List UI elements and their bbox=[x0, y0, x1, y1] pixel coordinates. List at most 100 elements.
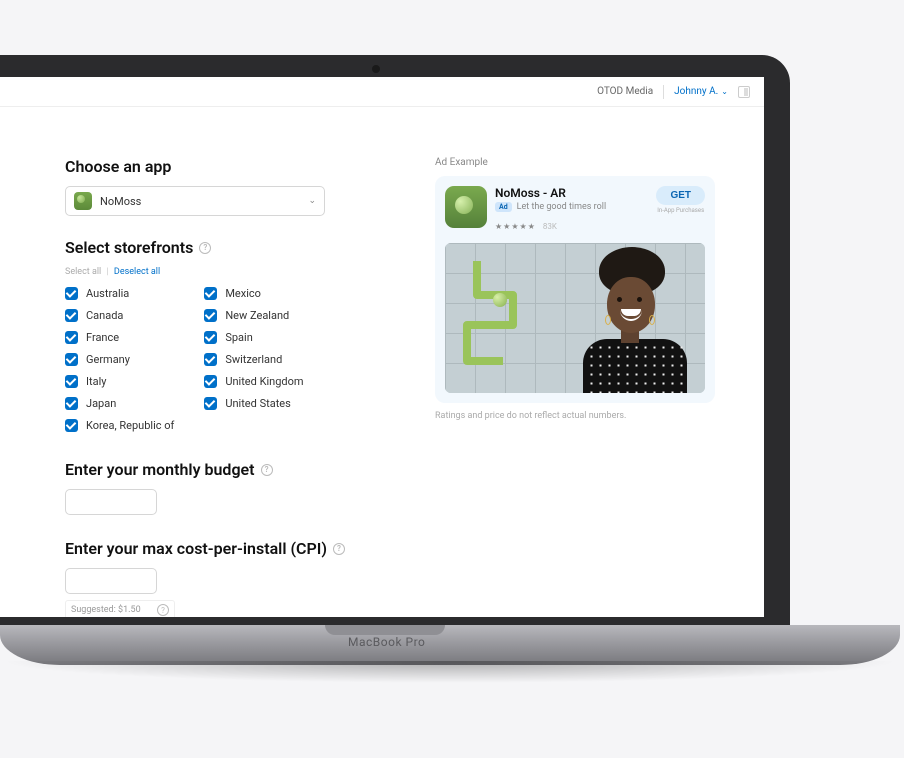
budget-block: Enter your monthly budget ? bbox=[65, 460, 385, 515]
storefront-item[interactable]: United Kingdom bbox=[204, 375, 303, 388]
storefront-label: France bbox=[86, 331, 119, 344]
storefront-label: Canada bbox=[86, 309, 123, 322]
budget-input[interactable] bbox=[65, 489, 157, 515]
help-icon[interactable]: ? bbox=[261, 464, 273, 476]
checkbox-icon[interactable] bbox=[65, 397, 78, 410]
ad-action: GET In-App Purchases bbox=[656, 186, 705, 214]
preview-label: Ad Example bbox=[435, 157, 744, 168]
cpi-block: Enter your max cost-per-install (CPI) ? … bbox=[65, 539, 385, 617]
storefront-item[interactable]: Japan bbox=[65, 397, 174, 410]
checkbox-icon[interactable] bbox=[65, 287, 78, 300]
screen-bezel: OTOD Media Johnny A. ⌄ Choose an app NoM… bbox=[0, 55, 790, 627]
storefront-col-2: Mexico New Zealand Spain Switzerland United … bbox=[204, 287, 303, 432]
storefront-label: Germany bbox=[86, 353, 130, 366]
app-select-value: NoMoss bbox=[100, 195, 141, 208]
ad-tagline: Let the good times roll bbox=[517, 202, 606, 212]
help-icon[interactable]: ? bbox=[199, 242, 211, 254]
ad-title: NoMoss - AR bbox=[495, 186, 648, 200]
ad-tagline-row: Ad Let the good times roll bbox=[495, 202, 648, 212]
select-all-link[interactable]: Select all bbox=[65, 267, 101, 277]
divider bbox=[663, 85, 664, 99]
chevron-down-icon: ⌄ bbox=[721, 87, 728, 96]
user-menu[interactable]: Johnny A. ⌄ bbox=[674, 86, 728, 97]
panel-toggle-icon[interactable] bbox=[738, 86, 750, 98]
budget-heading-text: Enter your monthly budget bbox=[65, 460, 255, 479]
storefront-label: United Kingdom bbox=[225, 375, 303, 388]
star-icon: ★★★★★ bbox=[495, 222, 536, 231]
preview-column: Ad Example NoMoss - AR Ad Let the good t… bbox=[435, 157, 744, 617]
storefront-label: Australia bbox=[86, 287, 129, 300]
ad-card: NoMoss - AR Ad Let the good times roll ★… bbox=[435, 176, 715, 403]
checkbox-icon[interactable] bbox=[204, 309, 217, 322]
divider: | bbox=[106, 267, 108, 277]
checkbox-icon[interactable] bbox=[204, 375, 217, 388]
storefront-label: Italy bbox=[86, 375, 106, 388]
storefront-label: Mexico bbox=[225, 287, 261, 300]
ad-badge: Ad bbox=[495, 202, 512, 212]
person-illustration bbox=[555, 243, 705, 393]
cpi-input[interactable] bbox=[65, 568, 157, 594]
ad-hero-image bbox=[445, 243, 705, 393]
cpi-heading-text: Enter your max cost-per-install (CPI) bbox=[65, 539, 327, 558]
storefront-item[interactable]: Italy bbox=[65, 375, 174, 388]
storefront-label: United States bbox=[225, 397, 290, 410]
storefront-item[interactable]: Canada bbox=[65, 309, 174, 322]
checkbox-icon[interactable] bbox=[204, 331, 217, 344]
get-button[interactable]: GET bbox=[656, 186, 705, 205]
top-bar: OTOD Media Johnny A. ⌄ bbox=[0, 77, 764, 107]
deselect-all-link[interactable]: Deselect all bbox=[114, 267, 160, 277]
storefront-item[interactable]: United States bbox=[204, 397, 303, 410]
storefront-label: Korea, Republic of bbox=[86, 419, 174, 432]
iap-label: In-App Purchases bbox=[657, 207, 704, 214]
checkbox-icon[interactable] bbox=[204, 287, 217, 300]
ad-header: NoMoss - AR Ad Let the good times roll ★… bbox=[445, 186, 705, 233]
form-column: Choose an app NoMoss ⌄ Select storefront… bbox=[65, 157, 385, 617]
checkbox-icon[interactable] bbox=[204, 353, 217, 366]
help-icon[interactable]: ? bbox=[157, 604, 169, 616]
trackpad-notch bbox=[325, 625, 445, 635]
storefront-item[interactable]: Switzerland bbox=[204, 353, 303, 366]
storefront-label: New Zealand bbox=[225, 309, 289, 322]
chevron-down-icon: ⌄ bbox=[308, 196, 316, 206]
help-icon[interactable]: ? bbox=[333, 543, 345, 555]
storefront-label: Spain bbox=[225, 331, 252, 344]
laptop-frame: OTOD Media Johnny A. ⌄ Choose an app NoM… bbox=[0, 55, 875, 675]
budget-heading: Enter your monthly budget ? bbox=[65, 460, 385, 479]
preview-disclaimer: Ratings and price do not reflect actual … bbox=[435, 411, 744, 421]
choose-app-heading: Choose an app bbox=[65, 157, 385, 176]
storefront-label: Switzerland bbox=[225, 353, 282, 366]
checkbox-icon[interactable] bbox=[65, 331, 78, 344]
laptop-shadow bbox=[0, 661, 900, 683]
laptop-base bbox=[0, 625, 900, 665]
storefront-item[interactable]: Mexico bbox=[204, 287, 303, 300]
cpi-heading: Enter your max cost-per-install (CPI) ? bbox=[65, 539, 385, 558]
storefront-item[interactable]: Germany bbox=[65, 353, 174, 366]
storefronts-heading-text: Select storefronts bbox=[65, 238, 193, 257]
checkbox-icon[interactable] bbox=[65, 309, 78, 322]
app-icon bbox=[74, 192, 92, 210]
storefront-item[interactable]: New Zealand bbox=[204, 309, 303, 322]
storefront-item[interactable]: France bbox=[65, 331, 174, 344]
ad-rating-count: 83K bbox=[543, 222, 557, 231]
content-area: Choose an app NoMoss ⌄ Select storefront… bbox=[65, 157, 744, 617]
device-label: MacBook Pro bbox=[348, 635, 425, 649]
green-ball-icon bbox=[493, 293, 507, 307]
storefront-item[interactable]: Korea, Republic of bbox=[65, 419, 174, 432]
ad-rating-row: ★★★★★ 83K bbox=[495, 214, 648, 233]
checkbox-icon[interactable] bbox=[65, 375, 78, 388]
cpi-suggested-label: Suggested: $1.50 bbox=[71, 605, 141, 615]
user-name: Johnny A. bbox=[674, 86, 718, 97]
checkbox-icon[interactable] bbox=[65, 353, 78, 366]
storefronts-heading: Select storefronts ? bbox=[65, 238, 385, 257]
cpi-suggested: Suggested: $1.50 ? bbox=[65, 600, 175, 617]
screen: OTOD Media Johnny A. ⌄ Choose an app NoM… bbox=[0, 77, 764, 617]
storefront-item[interactable]: Spain bbox=[204, 331, 303, 344]
org-name: OTOD Media bbox=[597, 86, 653, 97]
app-select[interactable]: NoMoss ⌄ bbox=[65, 186, 325, 216]
choose-app-heading-text: Choose an app bbox=[65, 157, 171, 176]
green-path bbox=[467, 261, 527, 361]
storefront-col-1: Australia Canada France Germany Italy Japan Ko… bbox=[65, 287, 174, 432]
checkbox-icon[interactable] bbox=[204, 397, 217, 410]
checkbox-icon[interactable] bbox=[65, 419, 78, 432]
storefront-item[interactable]: Australia bbox=[65, 287, 174, 300]
